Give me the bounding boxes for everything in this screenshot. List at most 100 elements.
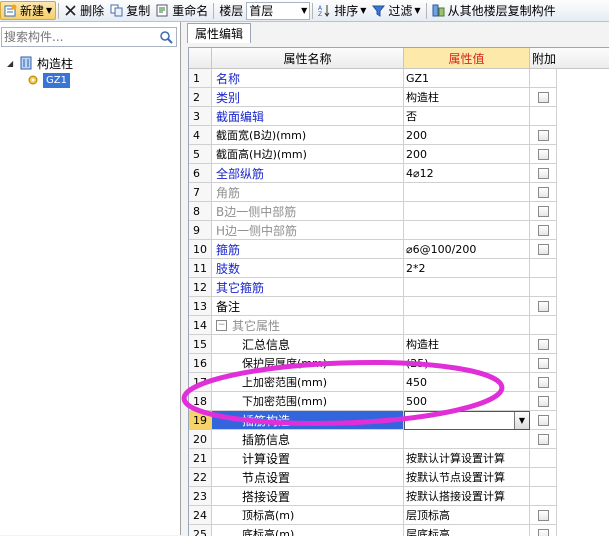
floor-select[interactable]: 首层 ▼ bbox=[246, 2, 310, 20]
property-name-cell[interactable]: 肢数 bbox=[212, 259, 404, 278]
property-value-cell[interactable] bbox=[404, 183, 530, 202]
tree-collapse-icon[interactable]: ◢ bbox=[7, 59, 17, 68]
additional-checkbox[interactable] bbox=[538, 168, 549, 179]
property-value-cell[interactable]: ⌀6@100/200 bbox=[404, 240, 530, 259]
property-value-cell[interactable]: 按默认搭接设置计算 bbox=[404, 487, 530, 506]
property-value-cell[interactable] bbox=[404, 202, 530, 221]
search-icon[interactable] bbox=[159, 30, 174, 45]
property-name-cell[interactable]: 下加密范围(mm) bbox=[212, 392, 404, 411]
table-row[interactable]: 22节点设置按默认节点设置计算 bbox=[189, 468, 557, 487]
table-row[interactable]: 2类别构造柱 bbox=[189, 88, 557, 107]
table-row[interactable]: 7角筋 bbox=[189, 183, 557, 202]
property-name-cell[interactable]: −其它属性 bbox=[212, 316, 404, 335]
property-name-cell[interactable]: 箍筋 bbox=[212, 240, 404, 259]
property-name-cell[interactable]: 类别 bbox=[212, 88, 404, 107]
additional-checkbox[interactable] bbox=[538, 225, 549, 236]
filter-button[interactable]: 过滤 ▼ bbox=[369, 1, 423, 20]
property-value-cell[interactable] bbox=[404, 221, 530, 240]
search-input[interactable] bbox=[4, 29, 154, 45]
delete-button[interactable]: 删除 bbox=[61, 1, 107, 20]
additional-checkbox[interactable] bbox=[538, 244, 549, 255]
property-name-cell[interactable]: 保护层厚度(mm) bbox=[212, 354, 404, 373]
chevron-down-icon[interactable]: ▼ bbox=[46, 6, 52, 15]
additional-checkbox[interactable] bbox=[538, 92, 549, 103]
additional-checkbox[interactable] bbox=[538, 358, 549, 369]
property-value-cell[interactable]: 按默认计算设置计算 bbox=[404, 449, 530, 468]
property-name-cell[interactable]: 全部纵筋 bbox=[212, 164, 404, 183]
property-value-cell[interactable]: 构造柱 bbox=[404, 335, 530, 354]
additional-checkbox[interactable] bbox=[538, 396, 549, 407]
property-value-cell[interactable]: 4⌀12 bbox=[404, 164, 530, 183]
table-row[interactable]: 16保护层厚度(mm)(25) bbox=[189, 354, 557, 373]
table-row[interactable]: 19插筋构造▼ bbox=[189, 411, 557, 430]
additional-checkbox[interactable] bbox=[538, 187, 549, 198]
table-row[interactable]: 14−其它属性 bbox=[189, 316, 557, 335]
table-row[interactable]: 13备注 bbox=[189, 297, 557, 316]
property-value-cell[interactable]: 层底标高 bbox=[404, 525, 530, 536]
additional-checkbox[interactable] bbox=[538, 301, 549, 312]
property-name-cell[interactable]: 顶标高(m) bbox=[212, 506, 404, 525]
property-name-cell[interactable]: 名称 bbox=[212, 69, 404, 88]
property-name-cell[interactable]: 底标高(m) bbox=[212, 525, 404, 536]
additional-checkbox[interactable] bbox=[538, 510, 549, 521]
additional-checkbox[interactable] bbox=[538, 415, 549, 426]
property-name-cell[interactable]: 汇总信息 bbox=[212, 335, 404, 354]
tree-node-gz1[interactable]: GZ1 bbox=[27, 72, 70, 88]
property-name-cell[interactable]: 上加密范围(mm) bbox=[212, 373, 404, 392]
group-collapse-icon[interactable]: − bbox=[216, 320, 227, 331]
property-value-cell[interactable]: 200 bbox=[404, 145, 530, 164]
property-name-cell[interactable]: 搭接设置 bbox=[212, 487, 404, 506]
additional-checkbox[interactable] bbox=[538, 149, 549, 160]
table-row[interactable]: 9H边一侧中部筋 bbox=[189, 221, 557, 240]
property-value-cell[interactable]: 500 bbox=[404, 392, 530, 411]
rename-button[interactable]: 重命名 bbox=[153, 1, 211, 20]
table-row[interactable]: 6全部纵筋4⌀12 bbox=[189, 164, 557, 183]
additional-checkbox[interactable] bbox=[538, 339, 549, 350]
property-value-cell[interactable] bbox=[404, 297, 530, 316]
property-value-cell[interactable]: ▼ bbox=[404, 411, 530, 430]
property-value-cell[interactable] bbox=[404, 316, 530, 335]
property-name-cell[interactable]: H边一侧中部筋 bbox=[212, 221, 404, 240]
table-row[interactable]: 12其它箍筋 bbox=[189, 278, 557, 297]
property-value-cell[interactable] bbox=[404, 430, 530, 449]
copy-from-floor-button[interactable]: 从其他楼层复制构件 bbox=[429, 1, 559, 20]
table-row[interactable]: 1名称GZ1 bbox=[189, 69, 557, 88]
table-row[interactable]: 3截面编辑否 bbox=[189, 107, 557, 126]
property-name-cell[interactable]: 截面宽(B边)(mm) bbox=[212, 126, 404, 145]
copy-button[interactable]: 复制 bbox=[107, 1, 153, 20]
table-row[interactable]: 20插筋信息 bbox=[189, 430, 557, 449]
property-name-cell[interactable]: 角筋 bbox=[212, 183, 404, 202]
additional-checkbox[interactable] bbox=[538, 434, 549, 445]
property-value-cell[interactable]: 层顶标高 bbox=[404, 506, 530, 525]
tree-node-root[interactable]: ◢ 构造柱 bbox=[7, 55, 73, 71]
table-row[interactable]: 15汇总信息构造柱 bbox=[189, 335, 557, 354]
property-name-cell[interactable]: 计算设置 bbox=[212, 449, 404, 468]
tab-property-edit[interactable]: 属性编辑 bbox=[187, 23, 251, 43]
property-name-cell[interactable]: 备注 bbox=[212, 297, 404, 316]
property-name-cell[interactable]: 截面编辑 bbox=[212, 107, 404, 126]
table-row[interactable]: 4截面宽(B边)(mm)200 bbox=[189, 126, 557, 145]
property-name-cell[interactable]: 其它箍筋 bbox=[212, 278, 404, 297]
sort-button[interactable]: AZ 排序 ▼ bbox=[315, 1, 369, 20]
property-value-cell[interactable]: 200 bbox=[404, 126, 530, 145]
additional-checkbox[interactable] bbox=[538, 377, 549, 388]
property-value-cell[interactable]: 2*2 bbox=[404, 259, 530, 278]
property-name-cell[interactable]: 截面高(H边)(mm) bbox=[212, 145, 404, 164]
dropdown-arrow-icon[interactable]: ▼ bbox=[514, 412, 529, 429]
property-name-cell[interactable]: 插筋构造 bbox=[212, 411, 404, 430]
table-row[interactable]: 18下加密范围(mm)500 bbox=[189, 392, 557, 411]
table-row[interactable]: 8B边一侧中部筋 bbox=[189, 202, 557, 221]
new-button[interactable]: 新建 ▼ bbox=[0, 1, 56, 20]
table-row[interactable]: 17上加密范围(mm)450 bbox=[189, 373, 557, 392]
table-row[interactable]: 10箍筋⌀6@100/200 bbox=[189, 240, 557, 259]
property-value-cell[interactable]: (25) bbox=[404, 354, 530, 373]
property-value-cell[interactable]: GZ1 bbox=[404, 69, 530, 88]
table-row[interactable]: 25底标高(m)层底标高 bbox=[189, 525, 557, 536]
property-value-cell[interactable]: 450 bbox=[404, 373, 530, 392]
property-value-cell[interactable]: 构造柱 bbox=[404, 88, 530, 107]
property-value-cell[interactable]: 否 bbox=[404, 107, 530, 126]
table-row[interactable]: 21计算设置按默认计算设置计算 bbox=[189, 449, 557, 468]
table-row[interactable]: 5截面高(H边)(mm)200 bbox=[189, 145, 557, 164]
table-row[interactable]: 24顶标高(m)层顶标高 bbox=[189, 506, 557, 525]
property-name-cell[interactable]: B边一侧中部筋 bbox=[212, 202, 404, 221]
